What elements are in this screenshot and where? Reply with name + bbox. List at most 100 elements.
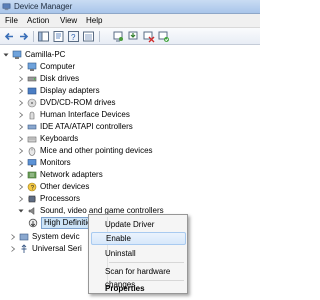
category-label: DVD/CD-ROM drives — [40, 98, 116, 107]
menu-file[interactable]: File — [5, 16, 18, 25]
collapse-arrow-icon — [18, 209, 24, 213]
expand-arrow-icon — [19, 76, 24, 82]
category-label: System devic — [32, 232, 80, 241]
toolbar-separator — [99, 31, 100, 42]
forward-arrow-icon — [20, 32, 29, 41]
uninstall-button[interactable] — [142, 30, 155, 43]
expand-arrow-icon — [19, 160, 24, 166]
category-label: Disk drives — [40, 74, 80, 83]
properties-icon — [53, 31, 64, 42]
help-icon: ? — [68, 31, 79, 42]
tree-item-universal-serial-bus[interactable]: Universal Seri — [10, 243, 82, 255]
title-bar: Device Manager — [0, 0, 260, 14]
toolbar: ? — [0, 28, 260, 45]
expand-arrow-icon — [19, 88, 24, 94]
window-title: Device Manager — [14, 2, 73, 11]
tree-item-display-adapters[interactable]: Display adapters — [18, 85, 100, 97]
menu-item-enable[interactable]: Enable — [91, 232, 186, 245]
expand-arrow-icon — [19, 112, 24, 118]
category-label: Keyboards — [40, 134, 79, 143]
enable-device-icon — [158, 31, 169, 42]
category-label: Display adapters — [40, 86, 100, 95]
expand-arrow-icon — [11, 246, 16, 252]
view-icon — [83, 31, 94, 42]
scan-hardware-icon — [113, 31, 123, 42]
category-label: Mice and other pointing devices — [40, 146, 153, 155]
expand-arrow-icon — [19, 172, 24, 178]
tree-root[interactable]: Camilla-PC — [3, 49, 65, 61]
view-button[interactable] — [82, 30, 95, 43]
uninstall-icon — [143, 31, 155, 43]
category-label: Processors — [40, 194, 81, 203]
tree-item-network-adapters[interactable]: Network adapters — [18, 169, 103, 181]
menu-help[interactable]: Help — [86, 16, 102, 25]
tree-item-dvd-cd-rom-drives[interactable]: DVD/CD-ROM drives — [18, 97, 116, 109]
network-adapter-icon — [27, 170, 37, 180]
tree-item-other-devices[interactable]: ? Other devices — [18, 181, 89, 193]
expand-arrow-icon — [19, 196, 24, 202]
expand-arrow-icon — [19, 64, 24, 70]
category-label: Network adapters — [40, 170, 103, 179]
expand-arrow-icon — [19, 100, 24, 106]
menu-bar: File Action View Help — [0, 14, 260, 28]
expand-arrow-icon — [19, 148, 24, 154]
category-label: Other devices — [40, 182, 90, 191]
expand-arrow-icon — [19, 184, 24, 190]
mouse-icon — [27, 146, 37, 156]
expand-arrow-icon — [19, 136, 24, 142]
svg-text:?: ? — [71, 33, 76, 42]
help-button[interactable]: ? — [67, 30, 80, 43]
computer-icon — [27, 62, 37, 72]
menu-item-uninstall[interactable]: Uninstall — [91, 247, 186, 260]
menu-item-properties[interactable]: Properties — [91, 282, 186, 295]
audio-device-disabled-icon — [28, 218, 38, 228]
show-hide-console-tree-button[interactable] — [37, 30, 50, 43]
scan-hardware-button[interactable] — [112, 30, 125, 43]
speaker-icon — [27, 206, 37, 216]
menu-separator — [109, 280, 184, 281]
disk-drive-icon — [27, 74, 37, 84]
menu-action[interactable]: Action — [27, 16, 49, 25]
display-adapter-icon — [27, 86, 37, 96]
category-label: Human Interface Devices — [40, 110, 130, 119]
computer-name: Camilla-PC — [25, 50, 66, 59]
collapse-arrow-icon — [3, 53, 9, 57]
forward-button[interactable] — [17, 30, 30, 43]
context-menu: Update Driver Software... Enable Uninsta… — [88, 214, 188, 294]
tree-item-keyboards[interactable]: Keyboards — [18, 133, 78, 145]
dvd-drive-icon — [27, 98, 37, 108]
tree-item-monitors[interactable]: Monitors — [18, 157, 71, 169]
expand-arrow-icon — [19, 124, 24, 130]
device-manager-icon — [2, 2, 11, 11]
other-devices-icon: ? — [27, 182, 37, 192]
console-tree-icon — [38, 31, 49, 42]
update-driver-icon — [128, 31, 138, 40]
tree-item-mice-and-other-pointing-devices[interactable]: Mice and other pointing devices — [18, 145, 153, 157]
enable-device-button[interactable] — [157, 30, 170, 43]
tree-item-disk-drives[interactable]: Disk drives — [18, 73, 79, 85]
toolbar-separator — [33, 31, 34, 42]
tree-item-computer[interactable]: Computer — [18, 61, 75, 73]
keyboard-icon — [27, 134, 37, 144]
ide-controller-icon — [27, 122, 37, 132]
menu-view[interactable]: View — [60, 16, 77, 25]
tree-item-human-interface-devices[interactable]: Human Interface Devices — [18, 109, 130, 121]
monitor-icon — [27, 158, 37, 168]
menu-separator — [109, 262, 184, 263]
system-devices-icon — [19, 232, 29, 242]
tree-item-ide-ata-atapi-controllers[interactable]: IDE ATA/ATAPI controllers — [18, 121, 133, 133]
tree-item-processors[interactable]: Processors — [18, 193, 80, 205]
tree-item-system-devices[interactable]: System devic — [10, 231, 80, 243]
back-button[interactable] — [3, 30, 16, 43]
expand-arrow-icon — [11, 234, 16, 240]
menu-item-scan-hardware[interactable]: Scan for hardware changes — [91, 265, 186, 289]
category-label: Monitors — [40, 158, 71, 167]
properties-button[interactable] — [52, 30, 65, 43]
update-driver-button[interactable] — [127, 30, 140, 43]
menu-item-update-driver[interactable]: Update Driver Software... — [91, 218, 186, 242]
processor-icon — [27, 194, 37, 204]
usb-icon — [19, 244, 29, 254]
computer-icon — [12, 50, 22, 60]
back-arrow-icon — [4, 32, 13, 41]
category-label: Computer — [40, 62, 76, 71]
